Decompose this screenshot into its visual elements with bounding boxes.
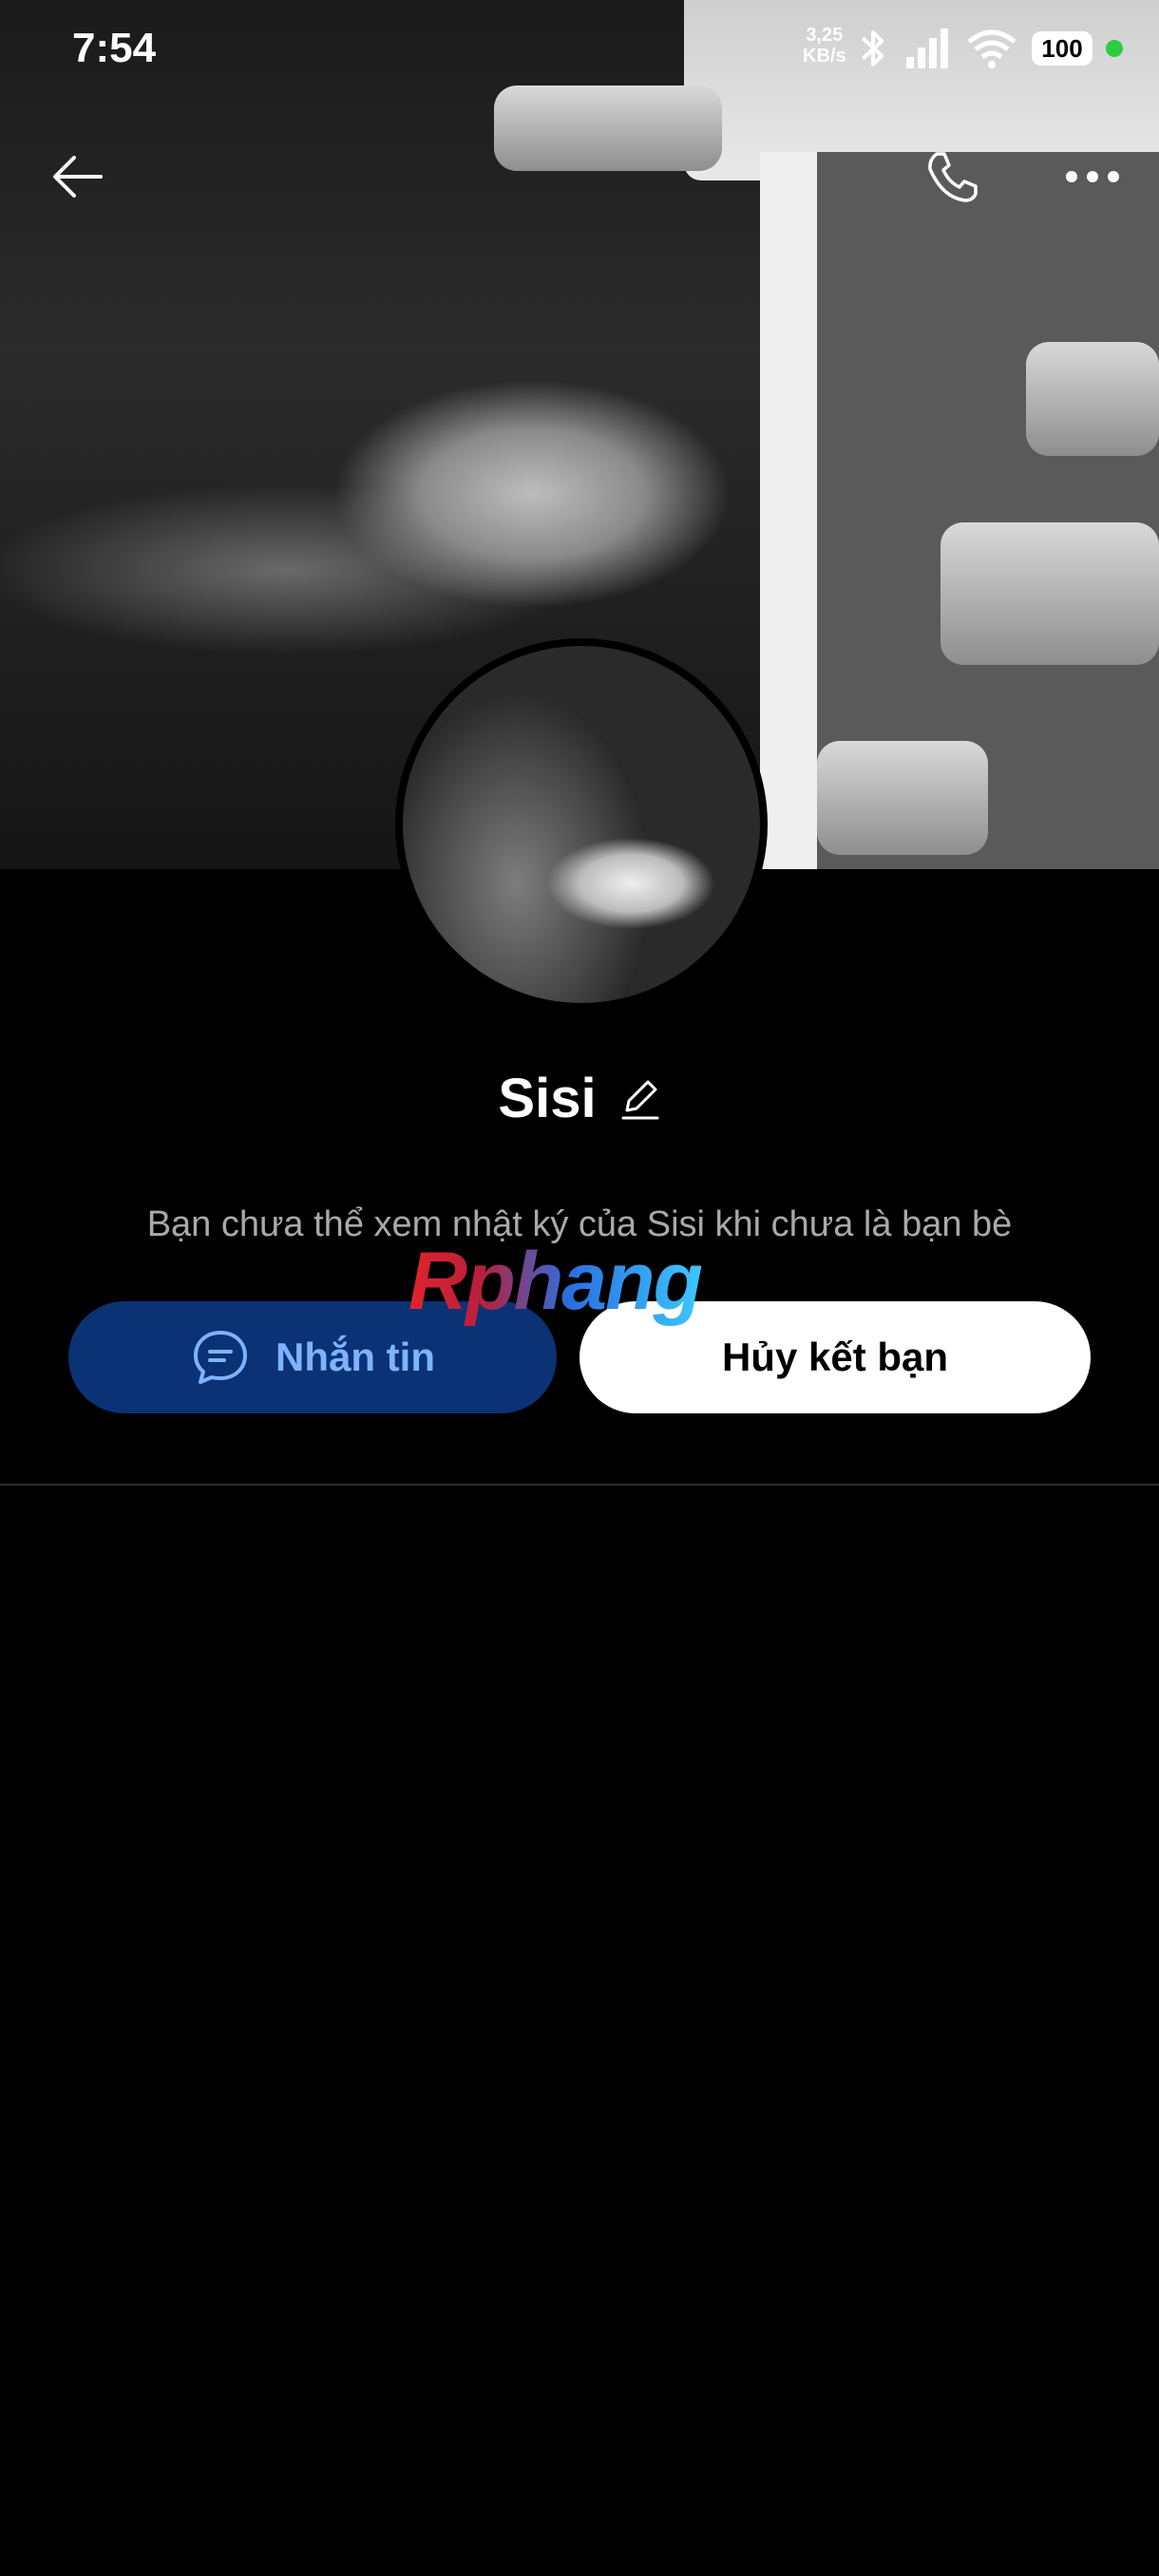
more-button[interactable] [1054, 142, 1130, 211]
message-button-label: Nhắn tin [276, 1335, 435, 1379]
profile-name: Sisi [498, 1067, 597, 1129]
profile-name-row: Sisi [0, 1060, 1159, 1136]
pencil-icon[interactable] [619, 1074, 661, 1122]
avatar[interactable] [395, 638, 768, 1011]
status-icons: 100 [855, 25, 1123, 72]
divider [0, 1484, 1159, 1486]
network-speed: 3,25 KB/s [803, 25, 846, 66]
network-speed-unit: KB/s [803, 46, 846, 66]
cover-bottle [817, 741, 988, 855]
back-button[interactable] [44, 142, 112, 211]
signal-icon [906, 28, 948, 68]
network-speed-value: 3,25 [806, 25, 844, 46]
battery-icon: 100 [1032, 31, 1092, 66]
unfriend-button-label: Hủy kết bạn [721, 1335, 949, 1379]
status-time: 7:54 [72, 25, 157, 71]
cover-bottle [494, 85, 722, 171]
bluetooth-icon [861, 30, 884, 66]
status-bar: 7:54 3,25 KB/s 100 [0, 0, 1159, 95]
call-button[interactable] [918, 142, 986, 211]
cover-bottle [1026, 342, 1159, 456]
watermark-logo: Rphang [408, 1236, 703, 1327]
arrow-left-icon [53, 156, 103, 198]
wifi-icon [967, 29, 1016, 68]
more-dots-icon [1066, 171, 1119, 182]
privacy-dot [1106, 40, 1123, 57]
phone-icon [928, 152, 978, 202]
chat-bubble-icon [194, 1331, 247, 1384]
cover-bottle [940, 522, 1159, 665]
